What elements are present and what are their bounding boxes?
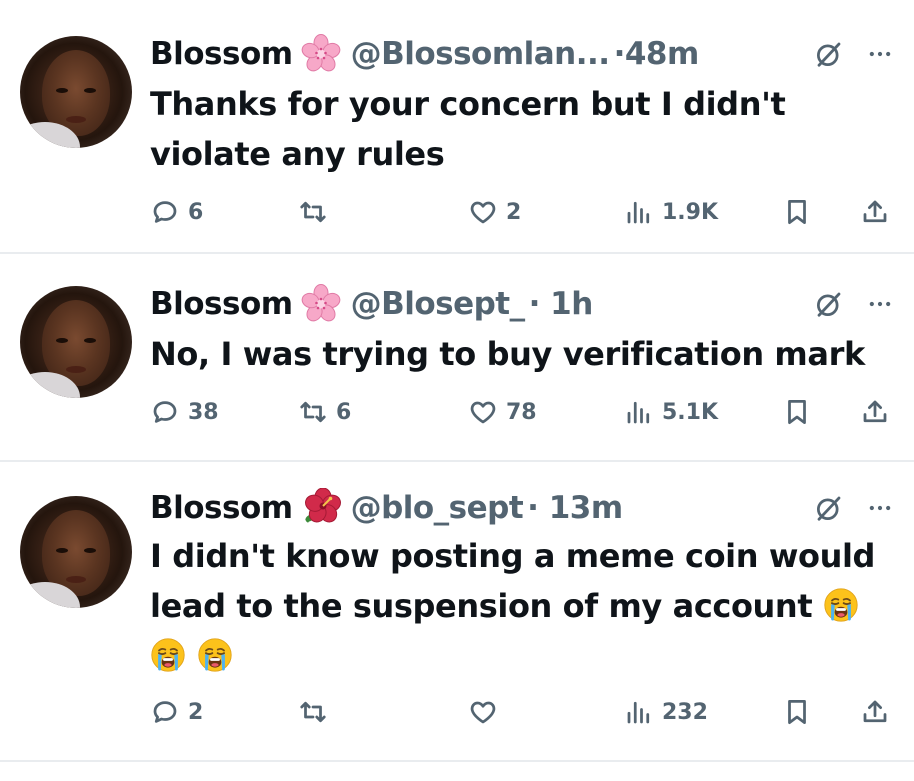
views-button[interactable]: 5.1K [624,392,718,432]
bookmark-button[interactable] [782,392,812,432]
loudly-crying-face-icon [150,637,186,673]
emoji-line [150,631,890,681]
share-icon [860,697,890,727]
hibiscus-icon [301,488,341,528]
tweet-text-line: lead to the suspension of my account [150,587,813,625]
tweet-text: I didn't know posting a meme coin would … [150,531,890,681]
grok-icon[interactable] [814,493,844,523]
retweet-button[interactable] [298,192,336,232]
retweet-button[interactable] [298,692,336,732]
like-icon [468,697,498,727]
like-button[interactable]: 78 [468,392,537,432]
reply-button[interactable]: 6 [150,192,203,232]
more-icon[interactable] [866,290,894,318]
reply-icon [150,197,180,227]
reply-count: 38 [188,399,219,425]
reply-count: 2 [188,699,204,725]
tweet[interactable]: Blossom @blo_sept · 13m I didn't know po… [0,462,914,762]
reply-icon [150,397,180,427]
loudly-crying-face-icon [197,637,233,673]
tweet-text-line: Thanks for your concern but I didn't [150,85,786,123]
author-name[interactable]: Blossom [150,490,293,526]
bookmark-button[interactable] [782,692,812,732]
share-icon [860,397,890,427]
like-count: 2 [506,199,522,225]
action-bar: 38 6 78 5.1K [150,392,895,432]
views-count: 232 [662,699,708,725]
views-icon [624,397,654,427]
bookmark-icon [782,697,812,727]
avatar[interactable] [20,286,132,398]
bookmark-icon [782,397,812,427]
like-button[interactable] [468,692,506,732]
tweet-text-line: violate any rules [150,135,445,173]
retweet-icon [298,397,328,427]
tweet-header: Blossom @Blosept_ · 1h [150,282,894,326]
retweet-count: 6 [336,399,352,425]
views-icon [624,697,654,727]
retweet-icon [298,697,328,727]
timestamp[interactable]: · 13m [527,490,623,526]
cherry-blossom-icon [301,34,341,74]
reply-count: 6 [188,199,204,225]
author-handle[interactable]: @blo_sept [351,490,524,526]
timestamp[interactable]: · 1h [529,286,594,322]
author-name[interactable]: Blossom [150,36,293,72]
views-count: 5.1K [662,399,719,425]
more-icon[interactable] [866,40,894,68]
cherry-blossom-icon [301,284,341,324]
views-button[interactable]: 232 [624,692,708,732]
tweet-header: Blossom @Blossomlan... ·48m [150,32,894,76]
tweet[interactable]: Blossom @Blossomlan... ·48m Thanks for y… [0,0,914,254]
like-count: 78 [506,399,537,425]
reply-button[interactable]: 38 [150,392,219,432]
bookmark-button[interactable] [782,192,812,232]
tweet-text-line-wrap: lead to the suspension of my account [150,581,890,631]
share-button[interactable] [860,192,890,232]
views-count: 1.9K [662,199,719,225]
author-handle[interactable]: @Blosept_ [351,286,526,322]
author-name[interactable]: Blossom [150,286,293,322]
grok-icon[interactable] [814,39,844,69]
action-bar: 2 232 [150,692,895,732]
tweet-text: Thanks for your concern but I didn't vio… [150,79,890,179]
views-icon [624,197,654,227]
share-icon [860,197,890,227]
loudly-crying-face-icon [823,587,859,623]
share-button[interactable] [860,392,890,432]
tweet-feed: Blossom @Blossomlan... ·48m Thanks for y… [0,0,914,781]
tweet[interactable]: Blossom @Blosept_ · 1h No, I was trying … [0,256,914,462]
share-button[interactable] [860,692,890,732]
timestamp[interactable]: ·48m [614,36,700,72]
avatar[interactable] [20,496,132,608]
like-icon [468,197,498,227]
views-button[interactable]: 1.9K [624,192,718,232]
reply-button[interactable]: 2 [150,692,203,732]
like-button[interactable]: 2 [468,192,521,232]
retweet-button[interactable]: 6 [298,392,351,432]
bookmark-icon [782,197,812,227]
like-icon [468,397,498,427]
action-bar: 6 2 1.9K [150,192,895,232]
author-handle[interactable]: @Blossomlan... [351,36,611,72]
reply-icon [150,697,180,727]
tweet-header: Blossom @blo_sept · 13m [150,486,894,530]
tweet-text-line: I didn't know posting a meme coin would [150,537,876,575]
tweet-text-line: No, I was trying to buy verification mar… [150,335,865,373]
retweet-icon [298,197,328,227]
avatar[interactable] [20,36,132,148]
tweet-text: No, I was trying to buy verification mar… [150,329,890,379]
grok-icon[interactable] [814,289,844,319]
more-icon[interactable] [866,494,894,522]
